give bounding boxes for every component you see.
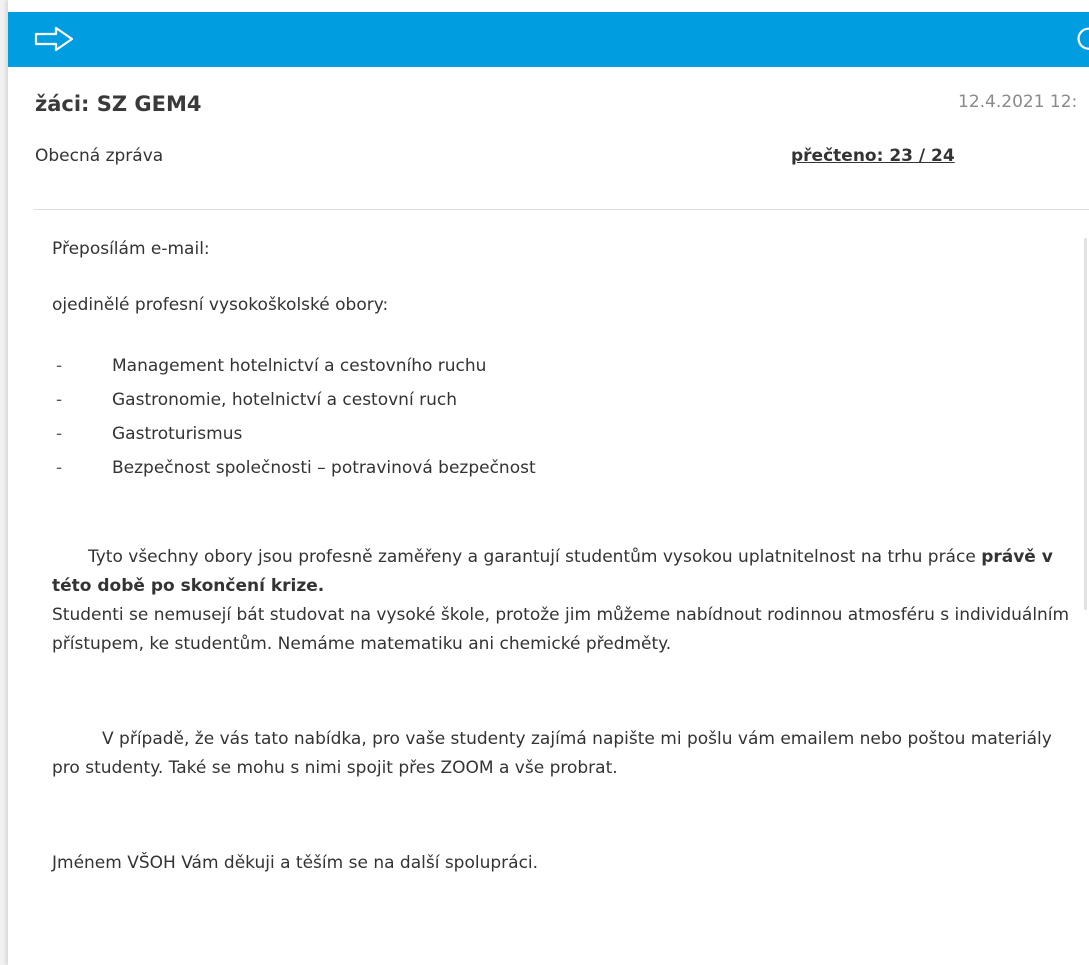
top-toolbar xyxy=(8,12,1089,67)
list-item: - Bezpečnost společnosti – potravinová be… xyxy=(52,451,1072,485)
back-button[interactable] xyxy=(34,26,76,52)
bullet-dash: - xyxy=(56,390,63,410)
scrollbar[interactable] xyxy=(1084,238,1087,610)
arrow-right-outline-icon xyxy=(34,26,74,52)
refresh-icon xyxy=(1077,27,1089,50)
closing-text: Jménem VŠOH Vám děkuji a těším se na dal… xyxy=(52,853,539,873)
list-item: - Management hotelnictví a cestovního ruc… xyxy=(52,349,1072,383)
read-count-link[interactable]: přečteno: 23 / 24 xyxy=(791,146,955,166)
bullet-dash: - xyxy=(56,458,63,478)
paragraph-students: Studenti se nemusejí bát studovat na vys… xyxy=(52,605,1070,654)
message-detail-panel: žáci: SZ GEM4 12.4.2021 12: Obecná zpráv… xyxy=(8,0,1089,965)
intro-text: Přeposílám e-mail: xyxy=(52,239,210,259)
message-title: žáci: SZ GEM4 xyxy=(35,92,202,116)
bullet-dash: - xyxy=(56,356,63,376)
message-type: Obecná zpráva xyxy=(35,146,164,166)
paragraph-offer: V případě, že vás tato nabídka, pro vaše… xyxy=(52,729,1052,778)
programs-lead: ojedinělé profesní vysokoškolské obory: xyxy=(52,295,389,315)
bullet-dash: - xyxy=(56,424,63,444)
program-list: - Management hotelnictví a cestovního ruc… xyxy=(52,349,1072,485)
list-item: - Gastronomie, hotelnictví a cestovní ruc… xyxy=(52,383,1072,417)
refresh-button[interactable] xyxy=(1074,26,1089,54)
message-date: 12.4.2021 12: xyxy=(958,92,1078,112)
paragraph-benefits: Tyto všechny obory jsou profesně zaměřen… xyxy=(52,547,1053,596)
list-item: - Gastroturismus xyxy=(52,417,1072,451)
header-divider xyxy=(34,209,1089,210)
message-body: Přeposílám e-mail: ojedinělé profesní vy… xyxy=(52,235,1072,877)
